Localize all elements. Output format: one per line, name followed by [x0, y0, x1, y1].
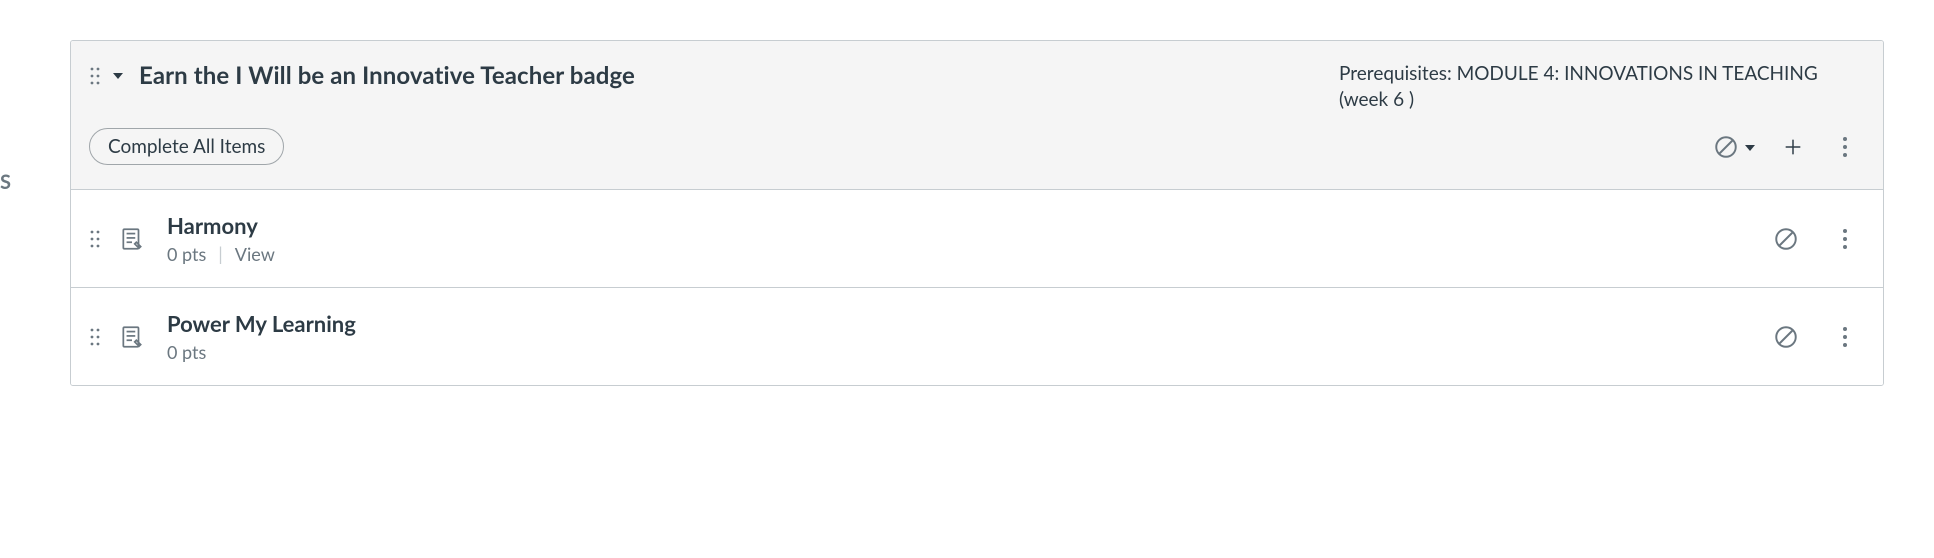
module-item-left [89, 226, 145, 252]
module-item-title[interactable]: Harmony [167, 212, 1773, 239]
divider: | [218, 243, 223, 265]
item-options-button[interactable] [1831, 225, 1859, 253]
drag-handle-icon[interactable] [89, 229, 101, 249]
module-item: Harmony 0 pts | View [71, 190, 1883, 288]
module-header-actions [1713, 133, 1859, 161]
module-item-points: 0 pts [167, 243, 206, 265]
prerequisites-label: Prerequisites: [1339, 62, 1452, 85]
module-header: Earn the I Will be an Innovative Teacher… [71, 41, 1883, 190]
unpublished-icon[interactable] [1773, 324, 1799, 350]
collapse-toggle-icon[interactable] [111, 69, 125, 83]
add-item-button[interactable] [1779, 133, 1807, 161]
module-item-body: Harmony 0 pts | View [167, 212, 1773, 265]
module-item-title[interactable]: Power My Learning [167, 310, 1773, 337]
unpublished-icon[interactable] [1773, 226, 1799, 252]
assignment-icon [119, 226, 145, 252]
module-prerequisites: Prerequisites: MODULE 4: INNOVATIONS IN … [1339, 61, 1859, 112]
module-item-actions [1773, 225, 1859, 253]
module-options-button[interactable] [1831, 133, 1859, 161]
offscreen-char: S [0, 170, 11, 194]
module-item-points: 0 pts [167, 341, 206, 363]
completion-requirement-pill: Complete All Items [89, 128, 284, 165]
assignment-icon [119, 324, 145, 350]
module-title-group: Earn the I Will be an Innovative Teacher… [89, 61, 635, 90]
module-item-requirement: View [235, 243, 275, 265]
drag-handle-icon[interactable] [89, 327, 101, 347]
module-item-subtext: 0 pts | View [167, 243, 1773, 265]
module-item-actions [1773, 323, 1859, 351]
module-item: Power My Learning 0 pts [71, 288, 1883, 385]
module-header-bottom: Complete All Items [89, 128, 1859, 165]
unpublished-icon [1713, 134, 1739, 160]
module-header-top: Earn the I Will be an Innovative Teacher… [89, 61, 1859, 112]
item-options-button[interactable] [1831, 323, 1859, 351]
module-title: Earn the I Will be an Innovative Teacher… [139, 61, 635, 90]
module-item-body: Power My Learning 0 pts [167, 310, 1773, 363]
module-item-left [89, 324, 145, 350]
module-item-subtext: 0 pts [167, 341, 1773, 363]
publish-menu-button[interactable] [1713, 134, 1755, 160]
drag-handle-icon[interactable] [89, 66, 101, 86]
module-container: Earn the I Will be an Innovative Teacher… [70, 40, 1884, 386]
chevron-down-icon [1745, 137, 1755, 156]
